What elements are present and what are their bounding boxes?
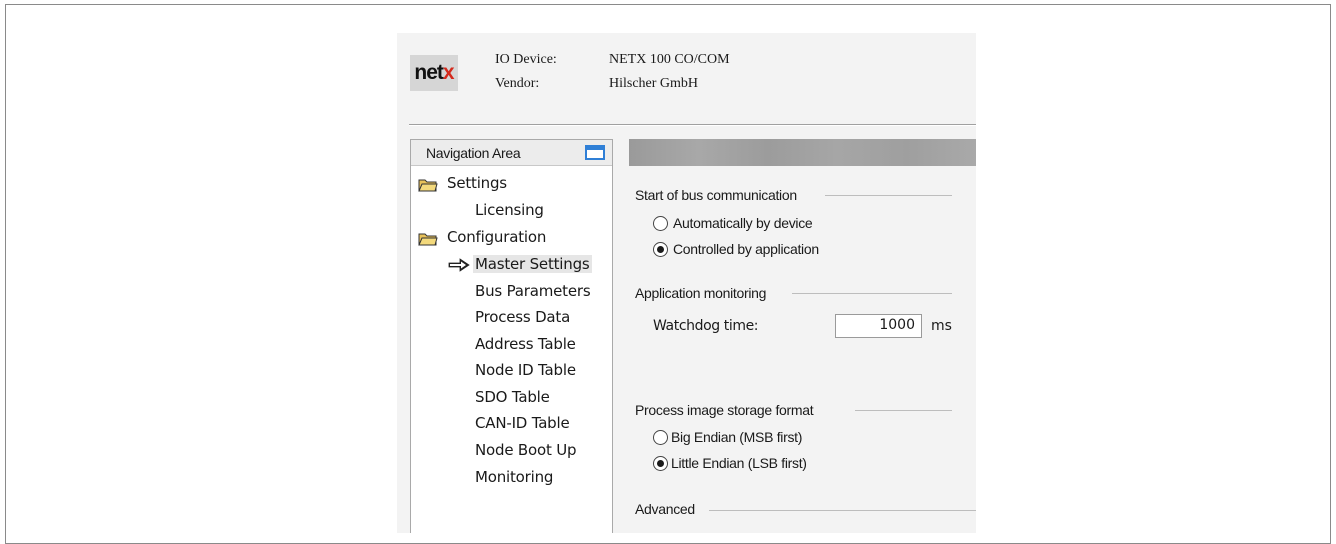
io-device-value: NETX 100 CO/COM: [609, 52, 730, 67]
group-divider: [825, 195, 952, 196]
folder-icon: [418, 179, 438, 192]
radio-big-endian[interactable]: [653, 430, 668, 445]
watchdog-time-label: Watchdog time:: [653, 318, 759, 334]
nav-item-node-boot-up[interactable]: Node Boot Up: [475, 441, 577, 459]
vendor-value: Hilscher GmbH: [609, 76, 699, 91]
arrow-right-icon: [448, 258, 470, 272]
nav-item-settings[interactable]: Settings: [447, 174, 507, 192]
navigation-area: Navigation Area Settings Licensing Confi…: [410, 139, 613, 533]
watchdog-unit: ms: [931, 318, 952, 334]
logo-text: net: [414, 61, 443, 84]
nav-item-configuration[interactable]: Configuration: [447, 228, 546, 246]
nav-item-sdo-table[interactable]: SDO Table: [475, 388, 550, 406]
navigation-title: Navigation Area: [426, 145, 521, 161]
radio-label-big-endian: Big Endian (MSB first): [671, 429, 803, 445]
group-divider: [792, 293, 952, 294]
watchdog-time-input[interactable]: 1000: [835, 314, 922, 338]
radio-automatically-by-device[interactable]: [653, 216, 668, 231]
netx-logo: net x: [410, 55, 458, 91]
bus-start-group-title: Start of bus communication: [635, 187, 802, 203]
panel-header-bar: [629, 139, 976, 166]
radio-little-endian[interactable]: [653, 456, 668, 471]
logo-mark: x: [442, 61, 455, 84]
master-settings-panel: Start of bus communication Automatically…: [629, 139, 976, 533]
device-configuration-dialog: net x IO Device: NETX 100 CO/COM Vendor: …: [397, 33, 976, 533]
vendor-label: Vendor:: [495, 76, 540, 91]
nav-item-monitoring[interactable]: Monitoring: [475, 468, 553, 486]
group-divider: [855, 410, 952, 411]
navigation-header: Navigation Area: [411, 140, 612, 166]
nav-item-licensing[interactable]: Licensing: [475, 201, 544, 219]
nav-item-process-data[interactable]: Process Data: [475, 308, 570, 326]
radio-label-controlled: Controlled by application: [673, 241, 819, 257]
radio-controlled-by-application[interactable]: [653, 242, 668, 257]
app-monitoring-group-title: Application monitoring: [635, 285, 772, 301]
io-device-label: IO Device:: [495, 52, 557, 67]
folder-icon: [418, 233, 438, 246]
advanced-group-title: Advanced: [635, 501, 700, 517]
group-divider: [709, 510, 976, 511]
window-icon[interactable]: [585, 145, 605, 160]
radio-label-little-endian: Little Endian (LSB first): [671, 455, 807, 471]
radio-label-automatically: Automatically by device: [673, 215, 813, 231]
storage-format-group-title: Process image storage format: [635, 402, 819, 418]
header-divider-highlight: [409, 125, 976, 126]
nav-item-node-id-table[interactable]: Node ID Table: [475, 361, 576, 379]
nav-item-master-settings[interactable]: Master Settings: [473, 255, 592, 273]
nav-item-address-table[interactable]: Address Table: [475, 335, 576, 353]
nav-item-bus-parameters[interactable]: Bus Parameters: [475, 282, 591, 300]
nav-item-can-id-table[interactable]: CAN-ID Table: [475, 414, 570, 432]
